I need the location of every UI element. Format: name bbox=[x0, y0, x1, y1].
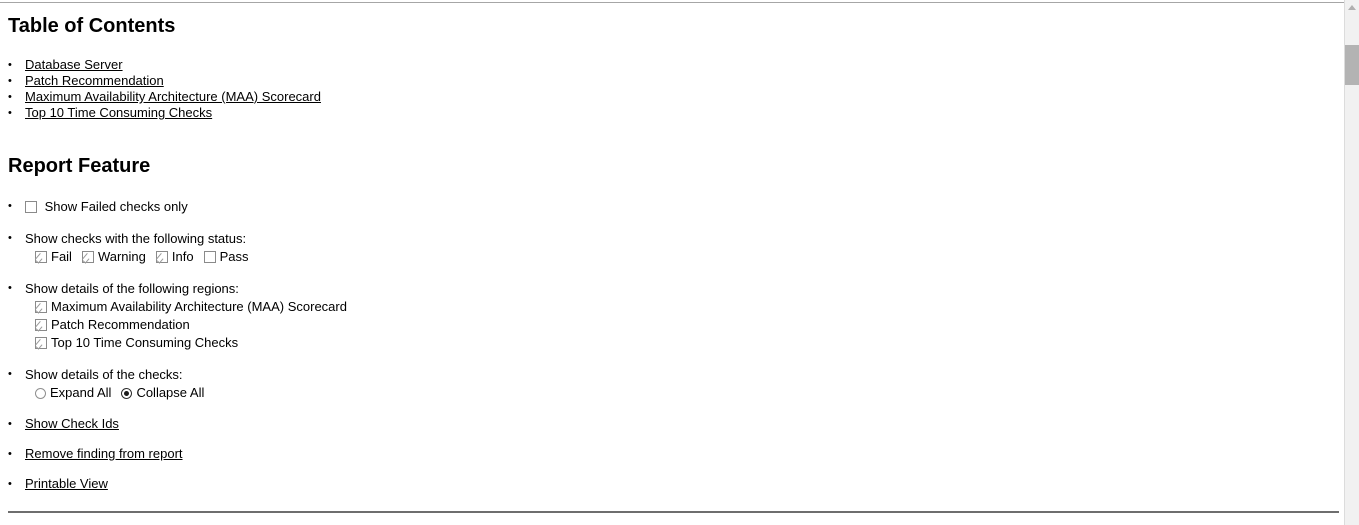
list-item-show-failed-only: Show Failed checks only bbox=[0, 198, 1000, 216]
list-item-checks-detail: Show details of the checks: Expand All Co… bbox=[0, 366, 1000, 402]
toc-link-database-server[interactable]: Database Server bbox=[25, 57, 123, 72]
checkbox-status-warning[interactable] bbox=[81, 251, 94, 263]
toc-link-patch-recommendation[interactable]: Patch Recommendation bbox=[25, 73, 164, 88]
region-option-patch: Patch Recommendation bbox=[25, 316, 1000, 334]
checkbox-status-info-label: Info bbox=[171, 249, 194, 264]
checkbox-region-top-10-checks[interactable] bbox=[35, 337, 47, 349]
radio-collapse-all-label: Collapse All bbox=[136, 385, 205, 400]
region-option-top10: Top 10 Time Consuming Checks bbox=[25, 334, 1000, 352]
scrollbar-thumb[interactable] bbox=[1345, 45, 1359, 85]
spacer bbox=[0, 266, 1000, 280]
checkbox-status-warning-label: Warning bbox=[97, 249, 146, 264]
checkbox-region-patch-recommendation[interactable] bbox=[35, 319, 47, 331]
radio-expand-all-label: Expand All bbox=[50, 385, 112, 400]
spacer bbox=[0, 352, 1000, 366]
list-item-printable-view: Printable View bbox=[0, 476, 1000, 492]
spacer bbox=[0, 402, 1000, 416]
status-filter-options: Fail Warning Info Pass bbox=[25, 248, 1000, 266]
link-remove-finding-from-report[interactable]: Remove finding from report bbox=[25, 446, 183, 461]
list-item: Maximum Availability Architecture (MAA) … bbox=[0, 89, 900, 105]
table-of-contents-list: Database Server Patch Recommendation Max… bbox=[0, 57, 900, 121]
checkbox-status-pass[interactable] bbox=[203, 251, 216, 263]
checkbox-show-failed-checks-only[interactable] bbox=[25, 201, 37, 213]
checkbox-region-top-10-checks-label: Top 10 Time Consuming Checks bbox=[51, 335, 239, 350]
list-item: Patch Recommendation bbox=[0, 73, 900, 89]
regions-filter-label-row: Show details of the following regions: bbox=[25, 280, 1000, 298]
list-item-regions-filter: Show details of the following regions: M… bbox=[0, 280, 1000, 352]
report-feature-heading: Report Feature bbox=[8, 155, 151, 177]
spacer bbox=[0, 216, 1000, 230]
scroll-up-button[interactable] bbox=[1345, 0, 1359, 15]
bottom-divider bbox=[8, 511, 1339, 513]
checkbox-region-maa-scorecard[interactable] bbox=[35, 301, 47, 313]
scrollbar-track[interactable] bbox=[1345, 15, 1359, 525]
list-item-remove-finding: Remove finding from report bbox=[0, 446, 1000, 462]
chevron-up-icon bbox=[1348, 5, 1356, 10]
document-content: Table of Contents Database Server Patch … bbox=[0, 3, 1344, 525]
checkbox-status-info[interactable] bbox=[155, 251, 168, 263]
list-item-status-filter: Show checks with the following status: F… bbox=[0, 230, 1000, 266]
checks-detail-label-row: Show details of the checks: bbox=[25, 366, 1000, 384]
radio-collapse-all[interactable] bbox=[121, 388, 133, 399]
toc-link-maa-scorecard[interactable]: Maximum Availability Architecture (MAA) … bbox=[25, 89, 321, 104]
table-of-contents-heading: Table of Contents bbox=[8, 15, 176, 37]
checkbox-status-fail[interactable] bbox=[35, 251, 47, 263]
radio-expand-all[interactable] bbox=[35, 388, 46, 399]
link-show-check-ids[interactable]: Show Check Ids bbox=[25, 416, 119, 431]
checkbox-status-fail-label: Fail bbox=[51, 249, 72, 264]
show-failed-only-row: Show Failed checks only bbox=[25, 198, 1000, 216]
checks-detail-label: Show details of the checks: bbox=[25, 367, 183, 382]
checkbox-status-pass-label: Pass bbox=[219, 249, 249, 264]
checkbox-region-patch-recommendation-label: Patch Recommendation bbox=[51, 317, 190, 332]
status-filter-label: Show checks with the following status: bbox=[25, 231, 247, 246]
show-failed-only-label: Show Failed checks only bbox=[44, 199, 188, 214]
list-item-show-check-ids: Show Check Ids bbox=[0, 416, 1000, 432]
list-item: Database Server bbox=[0, 57, 900, 73]
regions-filter-label: Show details of the following regions: bbox=[25, 281, 239, 296]
report-feature-list: Show Failed checks only Show checks with… bbox=[0, 198, 1000, 492]
toc-link-top-10-time-consuming-checks[interactable]: Top 10 Time Consuming Checks bbox=[25, 105, 212, 120]
checks-detail-options: Expand All Collapse All bbox=[25, 384, 1000, 402]
vertical-scrollbar[interactable] bbox=[1344, 0, 1359, 525]
region-option-maa: Maximum Availability Architecture (MAA) … bbox=[25, 298, 1000, 316]
spacer bbox=[0, 432, 1000, 446]
report-page: Table of Contents Database Server Patch … bbox=[0, 0, 1359, 525]
checkbox-region-maa-scorecard-label: Maximum Availability Architecture (MAA) … bbox=[51, 299, 347, 314]
status-filter-label-row: Show checks with the following status: bbox=[25, 230, 1000, 248]
link-printable-view[interactable]: Printable View bbox=[25, 476, 108, 491]
list-item: Top 10 Time Consuming Checks bbox=[0, 105, 900, 121]
spacer bbox=[0, 462, 1000, 476]
